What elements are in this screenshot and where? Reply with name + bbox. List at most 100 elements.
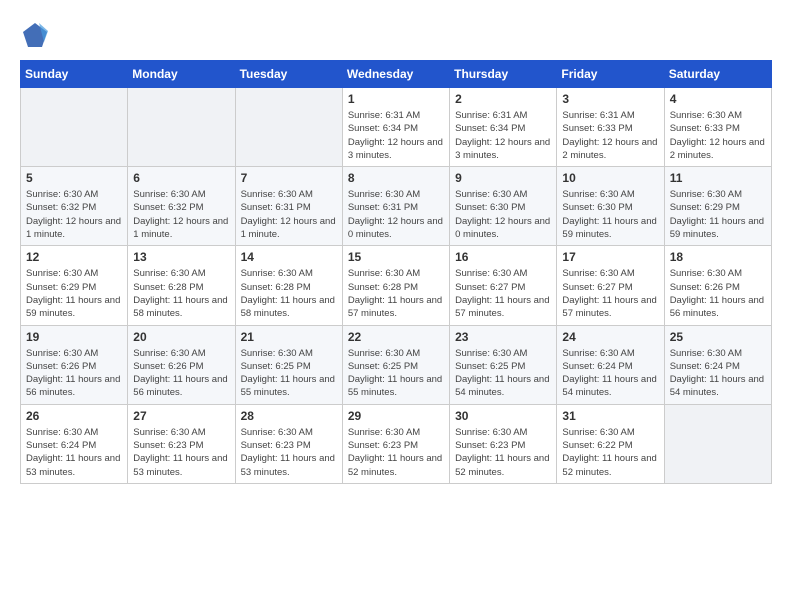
day-number: 18 xyxy=(670,250,766,264)
day-number: 20 xyxy=(133,330,229,344)
day-number: 11 xyxy=(670,171,766,185)
logo xyxy=(20,20,54,50)
day-number: 15 xyxy=(348,250,444,264)
day-number: 14 xyxy=(241,250,337,264)
day-info: Sunrise: 6:30 AM Sunset: 6:30 PM Dayligh… xyxy=(562,188,658,241)
day-info: Sunrise: 6:30 AM Sunset: 6:23 PM Dayligh… xyxy=(133,426,229,479)
calendar-cell: 12 Sunrise: 6:30 AM Sunset: 6:29 PM Dayli… xyxy=(21,246,128,325)
calendar-cell: 5 Sunrise: 6:30 AM Sunset: 6:32 PM Daylig… xyxy=(21,167,128,246)
calendar-cell xyxy=(21,88,128,167)
calendar-cell: 31 Sunrise: 6:30 AM Sunset: 6:22 PM Dayli… xyxy=(557,404,664,483)
day-info: Sunrise: 6:30 AM Sunset: 6:23 PM Dayligh… xyxy=(348,426,444,479)
day-info: Sunrise: 6:30 AM Sunset: 6:23 PM Dayligh… xyxy=(455,426,551,479)
day-info: Sunrise: 6:30 AM Sunset: 6:24 PM Dayligh… xyxy=(562,347,658,400)
day-number: 8 xyxy=(348,171,444,185)
day-info: Sunrise: 6:30 AM Sunset: 6:32 PM Dayligh… xyxy=(133,188,229,241)
calendar-cell: 8 Sunrise: 6:30 AM Sunset: 6:31 PM Daylig… xyxy=(342,167,449,246)
day-of-week-header: Sunday xyxy=(21,61,128,88)
calendar-header-row: SundayMondayTuesdayWednesdayThursdayFrid… xyxy=(21,61,772,88)
day-number: 7 xyxy=(241,171,337,185)
calendar-cell: 29 Sunrise: 6:30 AM Sunset: 6:23 PM Dayli… xyxy=(342,404,449,483)
day-info: Sunrise: 6:30 AM Sunset: 6:26 PM Dayligh… xyxy=(670,267,766,320)
day-number: 13 xyxy=(133,250,229,264)
calendar-cell: 14 Sunrise: 6:30 AM Sunset: 6:28 PM Dayli… xyxy=(235,246,342,325)
day-number: 24 xyxy=(562,330,658,344)
calendar-week-row: 19 Sunrise: 6:30 AM Sunset: 6:26 PM Dayli… xyxy=(21,325,772,404)
day-number: 19 xyxy=(26,330,122,344)
day-number: 12 xyxy=(26,250,122,264)
calendar-cell: 28 Sunrise: 6:30 AM Sunset: 6:23 PM Dayli… xyxy=(235,404,342,483)
day-info: Sunrise: 6:30 AM Sunset: 6:22 PM Dayligh… xyxy=(562,426,658,479)
day-info: Sunrise: 6:30 AM Sunset: 6:23 PM Dayligh… xyxy=(241,426,337,479)
day-info: Sunrise: 6:30 AM Sunset: 6:28 PM Dayligh… xyxy=(241,267,337,320)
day-info: Sunrise: 6:30 AM Sunset: 6:28 PM Dayligh… xyxy=(348,267,444,320)
page-header xyxy=(20,20,772,50)
calendar-cell: 13 Sunrise: 6:30 AM Sunset: 6:28 PM Dayli… xyxy=(128,246,235,325)
calendar-cell: 15 Sunrise: 6:30 AM Sunset: 6:28 PM Dayli… xyxy=(342,246,449,325)
day-number: 4 xyxy=(670,92,766,106)
calendar-cell: 3Sunrise: 6:31 AM Sunset: 6:33 PM Daylig… xyxy=(557,88,664,167)
calendar-week-row: 5 Sunrise: 6:30 AM Sunset: 6:32 PM Daylig… xyxy=(21,167,772,246)
day-number: 10 xyxy=(562,171,658,185)
calendar-cell: 23 Sunrise: 6:30 AM Sunset: 6:25 PM Dayli… xyxy=(450,325,557,404)
day-info: Sunrise: 6:30 AM Sunset: 6:26 PM Dayligh… xyxy=(26,347,122,400)
day-info: Sunrise: 6:30 AM Sunset: 6:25 PM Dayligh… xyxy=(241,347,337,400)
calendar-cell: 10 Sunrise: 6:30 AM Sunset: 6:30 PM Dayli… xyxy=(557,167,664,246)
day-number: 28 xyxy=(241,409,337,423)
calendar-cell xyxy=(235,88,342,167)
day-number: 9 xyxy=(455,171,551,185)
calendar-cell: 11 Sunrise: 6:30 AM Sunset: 6:29 PM Dayli… xyxy=(664,167,771,246)
calendar-week-row: 12 Sunrise: 6:30 AM Sunset: 6:29 PM Dayli… xyxy=(21,246,772,325)
day-info: Sunrise: 6:30 AM Sunset: 6:24 PM Dayligh… xyxy=(670,347,766,400)
day-number: 22 xyxy=(348,330,444,344)
day-info: Sunrise: 6:30 AM Sunset: 6:25 PM Dayligh… xyxy=(455,347,551,400)
day-info: Sunrise: 6:30 AM Sunset: 6:28 PM Dayligh… xyxy=(133,267,229,320)
calendar-cell: 20 Sunrise: 6:30 AM Sunset: 6:26 PM Dayli… xyxy=(128,325,235,404)
calendar-cell: 26Sunrise: 6:30 AM Sunset: 6:24 PM Dayli… xyxy=(21,404,128,483)
day-number: 30 xyxy=(455,409,551,423)
calendar-cell: 22 Sunrise: 6:30 AM Sunset: 6:25 PM Dayli… xyxy=(342,325,449,404)
day-info: Sunrise: 6:30 AM Sunset: 6:25 PM Dayligh… xyxy=(348,347,444,400)
day-info: Sunrise: 6:30 AM Sunset: 6:30 PM Dayligh… xyxy=(455,188,551,241)
calendar-cell xyxy=(664,404,771,483)
calendar-cell: 9 Sunrise: 6:30 AM Sunset: 6:30 PM Daylig… xyxy=(450,167,557,246)
day-number: 25 xyxy=(670,330,766,344)
day-info: Sunrise: 6:30 AM Sunset: 6:27 PM Dayligh… xyxy=(562,267,658,320)
calendar-cell: 25 Sunrise: 6:30 AM Sunset: 6:24 PM Dayli… xyxy=(664,325,771,404)
calendar-cell: 4 Sunrise: 6:30 AM Sunset: 6:33 PM Daylig… xyxy=(664,88,771,167)
day-of-week-header: Monday xyxy=(128,61,235,88)
calendar-cell: 17Sunrise: 6:30 AM Sunset: 6:27 PM Dayli… xyxy=(557,246,664,325)
calendar-cell: 7Sunrise: 6:30 AM Sunset: 6:31 PM Daylig… xyxy=(235,167,342,246)
day-of-week-header: Saturday xyxy=(664,61,771,88)
day-info: Sunrise: 6:31 AM Sunset: 6:34 PM Dayligh… xyxy=(348,109,444,162)
day-info: Sunrise: 6:30 AM Sunset: 6:31 PM Dayligh… xyxy=(348,188,444,241)
day-info: Sunrise: 6:30 AM Sunset: 6:33 PM Dayligh… xyxy=(670,109,766,162)
logo-icon xyxy=(20,20,50,50)
day-number: 6 xyxy=(133,171,229,185)
day-info: Sunrise: 6:30 AM Sunset: 6:29 PM Dayligh… xyxy=(26,267,122,320)
day-number: 31 xyxy=(562,409,658,423)
day-number: 16 xyxy=(455,250,551,264)
calendar-cell: 16Sunrise: 6:30 AM Sunset: 6:27 PM Dayli… xyxy=(450,246,557,325)
calendar-cell: 21 Sunrise: 6:30 AM Sunset: 6:25 PM Dayli… xyxy=(235,325,342,404)
calendar-cell: 2Sunrise: 6:31 AM Sunset: 6:34 PM Daylig… xyxy=(450,88,557,167)
day-info: Sunrise: 6:30 AM Sunset: 6:26 PM Dayligh… xyxy=(133,347,229,400)
day-number: 5 xyxy=(26,171,122,185)
calendar-cell: 19 Sunrise: 6:30 AM Sunset: 6:26 PM Dayli… xyxy=(21,325,128,404)
day-number: 2 xyxy=(455,92,551,106)
day-number: 29 xyxy=(348,409,444,423)
calendar-cell: 18 Sunrise: 6:30 AM Sunset: 6:26 PM Dayli… xyxy=(664,246,771,325)
day-of-week-header: Thursday xyxy=(450,61,557,88)
calendar-week-row: 26Sunrise: 6:30 AM Sunset: 6:24 PM Dayli… xyxy=(21,404,772,483)
calendar-cell: 1Sunrise: 6:31 AM Sunset: 6:34 PM Daylig… xyxy=(342,88,449,167)
day-of-week-header: Friday xyxy=(557,61,664,88)
day-info: Sunrise: 6:30 AM Sunset: 6:24 PM Dayligh… xyxy=(26,426,122,479)
day-info: Sunrise: 6:30 AM Sunset: 6:29 PM Dayligh… xyxy=(670,188,766,241)
calendar-cell: 24 Sunrise: 6:30 AM Sunset: 6:24 PM Dayli… xyxy=(557,325,664,404)
day-info: Sunrise: 6:30 AM Sunset: 6:32 PM Dayligh… xyxy=(26,188,122,241)
calendar-cell xyxy=(128,88,235,167)
day-number: 27 xyxy=(133,409,229,423)
day-number: 23 xyxy=(455,330,551,344)
calendar-cell: 30 Sunrise: 6:30 AM Sunset: 6:23 PM Dayli… xyxy=(450,404,557,483)
day-number: 21 xyxy=(241,330,337,344)
